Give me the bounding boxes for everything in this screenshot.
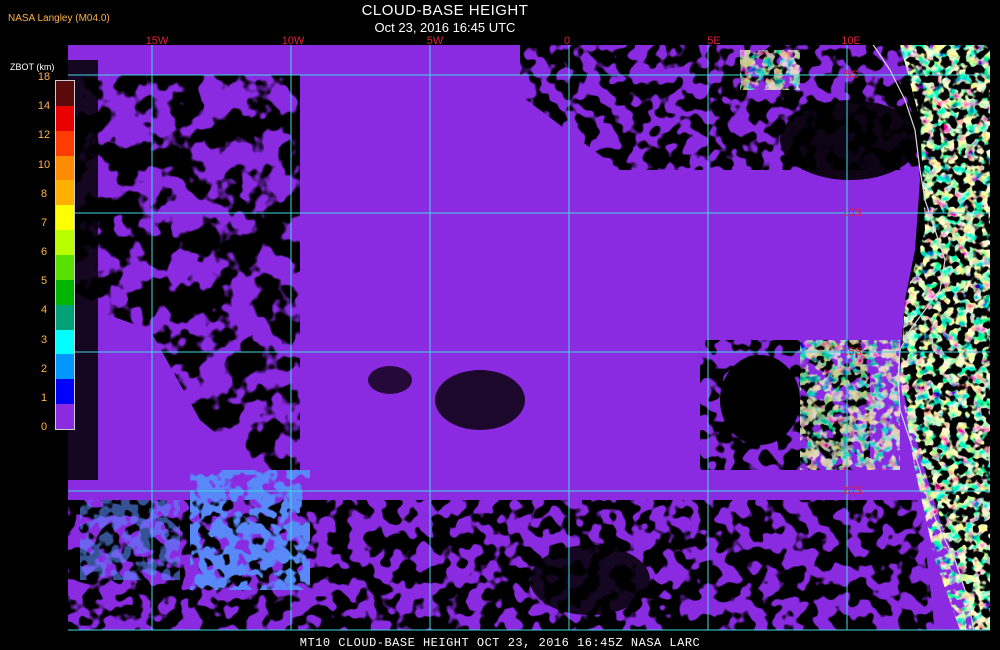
producer-label: NASA Langley (M04.0) <box>8 13 110 24</box>
color-scale-segment <box>56 81 74 107</box>
lon-label-5w: 5W <box>427 35 444 47</box>
color-scale-tick: 6 <box>40 246 48 258</box>
color-scale-segment <box>56 279 74 306</box>
lon-label-5e: 5E <box>707 35 720 47</box>
color-scale-segment <box>56 404 74 430</box>
color-scale-tick: 4 <box>40 304 48 317</box>
color-scale-segment <box>56 304 74 331</box>
timestamp: Oct 23, 2016 16:45 UTC <box>374 20 516 35</box>
color-scale-segment <box>56 105 74 132</box>
color-scale-tick: 5 <box>40 275 48 288</box>
color-scale-segment <box>56 205 74 231</box>
color-scale-segment <box>56 329 74 355</box>
color-scale-segment <box>56 230 74 256</box>
color-scale-tick: 0 <box>40 421 48 433</box>
color-scale-segment <box>56 379 74 405</box>
color-scale-segment <box>56 130 74 157</box>
color-scale-tick: 3 <box>40 333 48 346</box>
lat-label-5s: 5S <box>845 69 858 81</box>
footer-caption: MT10 CLOUD-BASE HEIGHT OCT 23, 2016 16:4… <box>299 636 701 650</box>
lat-label-15s: 15S <box>842 346 862 358</box>
lon-label-10e: 10E <box>841 35 861 47</box>
color-scale-bar <box>55 80 75 430</box>
color-scale-segment <box>56 155 74 181</box>
color-scale-tick: 1 <box>40 391 48 404</box>
lon-label-10w: 10W <box>282 35 305 47</box>
color-scale-tick: 10 <box>37 158 51 171</box>
lon-label-0: 0 <box>564 35 570 47</box>
color-scale-segment <box>56 255 74 281</box>
color-scale-tick: 8 <box>40 187 48 200</box>
color-scale-tick: 12 <box>37 129 51 142</box>
color-scale-tick: 2 <box>40 362 48 375</box>
lon-label-15w: 15W <box>146 35 169 47</box>
satellite-map: 15W 10W 5W 0 5E 10E 5S 10S 15S 20S <box>68 35 990 631</box>
color-scale-tick: 18 <box>37 71 51 83</box>
page-title: CLOUD-BASE HEIGHT <box>361 2 529 19</box>
color-scale-tick: 7 <box>40 216 48 229</box>
lat-label-10s: 10S <box>842 207 862 219</box>
color-scale-segment <box>56 354 74 380</box>
color-scale-tick: 14 <box>37 100 51 113</box>
color-scale-segment <box>56 180 74 206</box>
lat-label-20s: 20S <box>842 485 862 497</box>
